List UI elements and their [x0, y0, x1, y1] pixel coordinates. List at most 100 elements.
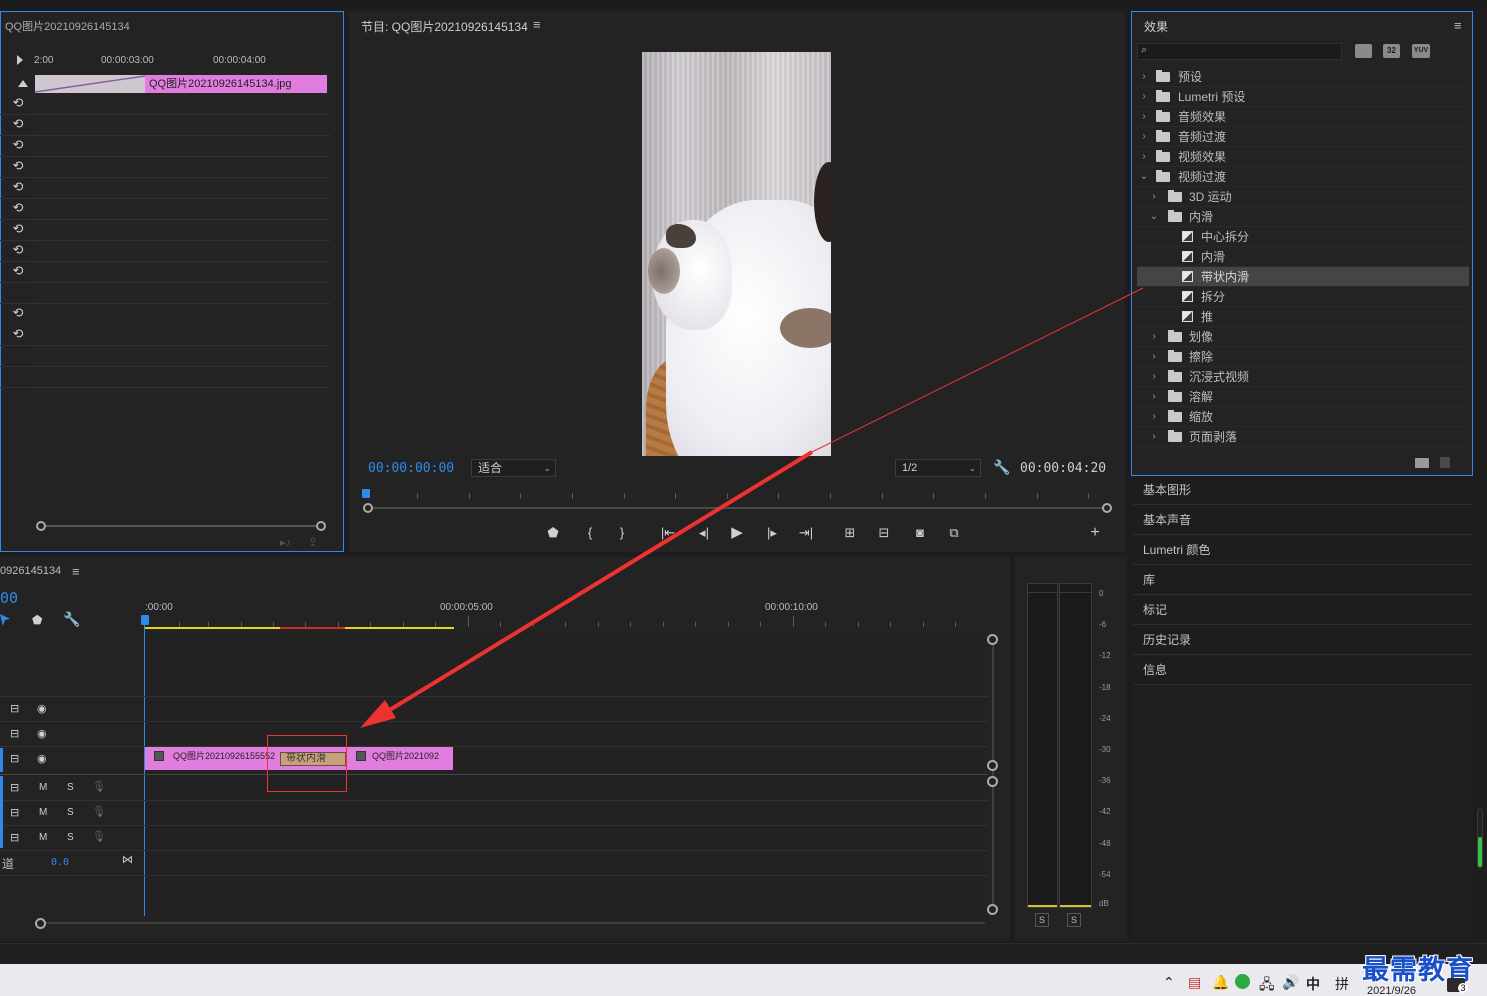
- reset-icon[interactable]: ⟲: [11, 138, 25, 152]
- meter-solo-button[interactable]: S: [1067, 913, 1081, 927]
- go-to-end-icon[interactable]: ⋈: [122, 853, 133, 866]
- effects-tree-item-slide[interactable]: ⌄ 内滑: [1137, 207, 1469, 227]
- eye-icon[interactable]: ◉: [37, 702, 47, 715]
- program-menu-icon[interactable]: ≡: [533, 17, 541, 32]
- film-icon[interactable]: ⊟: [10, 727, 19, 740]
- effects-tree-item-zoom[interactable]: › 缩放: [1137, 407, 1469, 427]
- effects-tree-item-video-effects[interactable]: › 视频效果: [1137, 147, 1469, 167]
- film-icon[interactable]: ⊟: [10, 806, 19, 819]
- ime-indicator[interactable]: 中: [1306, 974, 1320, 994]
- 32bit-effects-button[interactable]: 32: [1383, 44, 1400, 58]
- master-track-value[interactable]: 0.0: [51, 857, 69, 868]
- timeline-vscroll[interactable]: [992, 640, 994, 910]
- new-bin-icon[interactable]: [1415, 458, 1429, 468]
- mic-icon[interactable]: 🎙: [92, 830, 106, 843]
- compare-view-icon[interactable]: ⧉: [944, 524, 964, 542]
- reset-icon[interactable]: ⟲: [11, 222, 25, 236]
- extract-icon[interactable]: ⊟: [874, 524, 894, 542]
- lift-icon[interactable]: ⊞: [840, 524, 860, 542]
- bell-icon[interactable]: 🔔: [1212, 974, 1229, 991]
- export-icon[interactable]: ⇪: [308, 535, 318, 549]
- source-scroll-handle-left[interactable]: [36, 521, 46, 531]
- mute-button[interactable]: M: [39, 832, 47, 843]
- reset-icon[interactable]: ⟲: [11, 201, 25, 215]
- fit-select[interactable]: 适合 ⌄: [471, 459, 556, 477]
- go-to-in-icon[interactable]: |⇤: [658, 524, 678, 542]
- effects-tree-item-center-split[interactable]: 中心拆分: [1137, 227, 1469, 247]
- side-panel-libraries[interactable]: 库: [1133, 565, 1473, 595]
- effects-tree-item-iris[interactable]: › 划像: [1137, 327, 1469, 347]
- mic-icon[interactable]: 🎙: [92, 780, 106, 793]
- chevron-up-icon[interactable]: ⌃: [1163, 974, 1175, 991]
- side-panel-info[interactable]: 信息: [1133, 655, 1473, 685]
- effects-tree-item-dissolve[interactable]: › 溶解: [1137, 387, 1469, 407]
- program-scrollbar[interactable]: [368, 507, 1107, 509]
- audio-export-icon[interactable]: ▸♪: [280, 536, 291, 549]
- play-button-icon[interactable]: ▶: [727, 524, 747, 542]
- effects-tree-item-page-peel[interactable]: › 页面剥落: [1137, 427, 1469, 447]
- program-ruler[interactable]: [368, 489, 1107, 501]
- mark-out-icon[interactable]: }: [612, 524, 632, 542]
- mic-icon[interactable]: 🎙: [92, 805, 106, 818]
- track-target-indicator[interactable]: [0, 776, 3, 848]
- play-icon[interactable]: [17, 55, 23, 65]
- effects-tree-item-band-slide[interactable]: 带状内滑: [1137, 267, 1469, 287]
- timeline-menu-icon[interactable]: ≡: [72, 564, 80, 579]
- timeline-timecode[interactable]: 00: [0, 589, 18, 607]
- film-icon[interactable]: ⊟: [10, 752, 19, 765]
- work-area-bar-yellow[interactable]: [145, 627, 280, 629]
- side-scroll-indicator[interactable]: [1477, 808, 1483, 868]
- wrench-icon[interactable]: 🔧: [993, 459, 1010, 476]
- timeline-settings-icon[interactable]: 🔧: [63, 611, 80, 628]
- network-icon[interactable]: 🖧: [1259, 974, 1275, 996]
- solo-button[interactable]: S: [67, 807, 74, 818]
- effects-tree-item-3d-motion[interactable]: › 3D 运动: [1137, 187, 1469, 207]
- camera-icon[interactable]: ◙: [910, 524, 930, 542]
- timeline-vscroll-handle[interactable]: [987, 904, 998, 915]
- security-icon[interactable]: [1235, 974, 1250, 989]
- meter-solo-button[interactable]: S: [1035, 913, 1049, 927]
- timeline-playhead-head[interactable]: [141, 615, 149, 625]
- mute-button[interactable]: M: [39, 807, 47, 818]
- program-current-timecode[interactable]: 00:00:00:00: [368, 461, 454, 476]
- notepad-icon[interactable]: ▤: [1188, 974, 1201, 991]
- reset-icon[interactable]: ⟲: [11, 327, 25, 341]
- effects-tree-item-lumetri-presets[interactable]: › Lumetri 预设: [1137, 87, 1469, 107]
- reset-icon[interactable]: ⟲: [11, 96, 25, 110]
- effects-tree-item-slide-transition[interactable]: 内滑: [1137, 247, 1469, 267]
- film-icon[interactable]: ⊟: [10, 781, 19, 794]
- volume-icon[interactable]: 🔊: [1282, 974, 1299, 991]
- step-forward-icon[interactable]: |▸: [762, 524, 782, 542]
- reset-icon[interactable]: ⟲: [11, 243, 25, 257]
- add-button-icon[interactable]: +: [1085, 524, 1105, 542]
- trash-icon[interactable]: [1440, 457, 1450, 468]
- solo-button[interactable]: S: [67, 832, 74, 843]
- accelerated-effects-icon[interactable]: [1355, 44, 1372, 58]
- track-target-indicator[interactable]: [0, 748, 3, 772]
- resolution-select[interactable]: 1/2 ⌄: [895, 459, 981, 477]
- timeline-vscroll-handle[interactable]: [987, 776, 998, 787]
- source-scroll-handle-right[interactable]: [316, 521, 326, 531]
- effects-tree-item-split[interactable]: 拆分: [1137, 287, 1469, 307]
- film-icon[interactable]: ⊟: [10, 702, 19, 715]
- reset-icon[interactable]: ⟲: [11, 180, 25, 194]
- yuv-effects-button[interactable]: YUV: [1412, 44, 1430, 58]
- reset-icon[interactable]: ⟲: [11, 117, 25, 131]
- add-marker-icon[interactable]: ⬟: [543, 524, 563, 542]
- timeline-hscroll[interactable]: [40, 922, 985, 924]
- source-scrollbar[interactable]: [40, 525, 321, 527]
- go-to-out-icon[interactable]: ⇥|: [796, 524, 816, 542]
- effects-search-input[interactable]: ⌕: [1137, 43, 1342, 60]
- effects-menu-icon[interactable]: ≡: [1454, 18, 1462, 33]
- effects-tree-item-presets[interactable]: › 预设: [1137, 67, 1469, 87]
- effects-tree-item-audio-transitions[interactable]: › 音频过渡: [1137, 127, 1469, 147]
- timeline-hscroll-handle[interactable]: [35, 918, 46, 929]
- side-panel-essential-graphics[interactable]: 基本图形: [1133, 475, 1473, 505]
- ime-mode-icon[interactable]: 拼: [1335, 974, 1349, 994]
- solo-button[interactable]: S: [67, 782, 74, 793]
- effects-tree-item-push[interactable]: 推: [1137, 307, 1469, 327]
- timeline-vscroll-handle[interactable]: [987, 760, 998, 771]
- effects-tree-item-immersive-video[interactable]: › 沉浸式视频: [1137, 367, 1469, 387]
- eye-icon[interactable]: ◉: [37, 727, 47, 740]
- reset-icon[interactable]: ⟲: [11, 306, 25, 320]
